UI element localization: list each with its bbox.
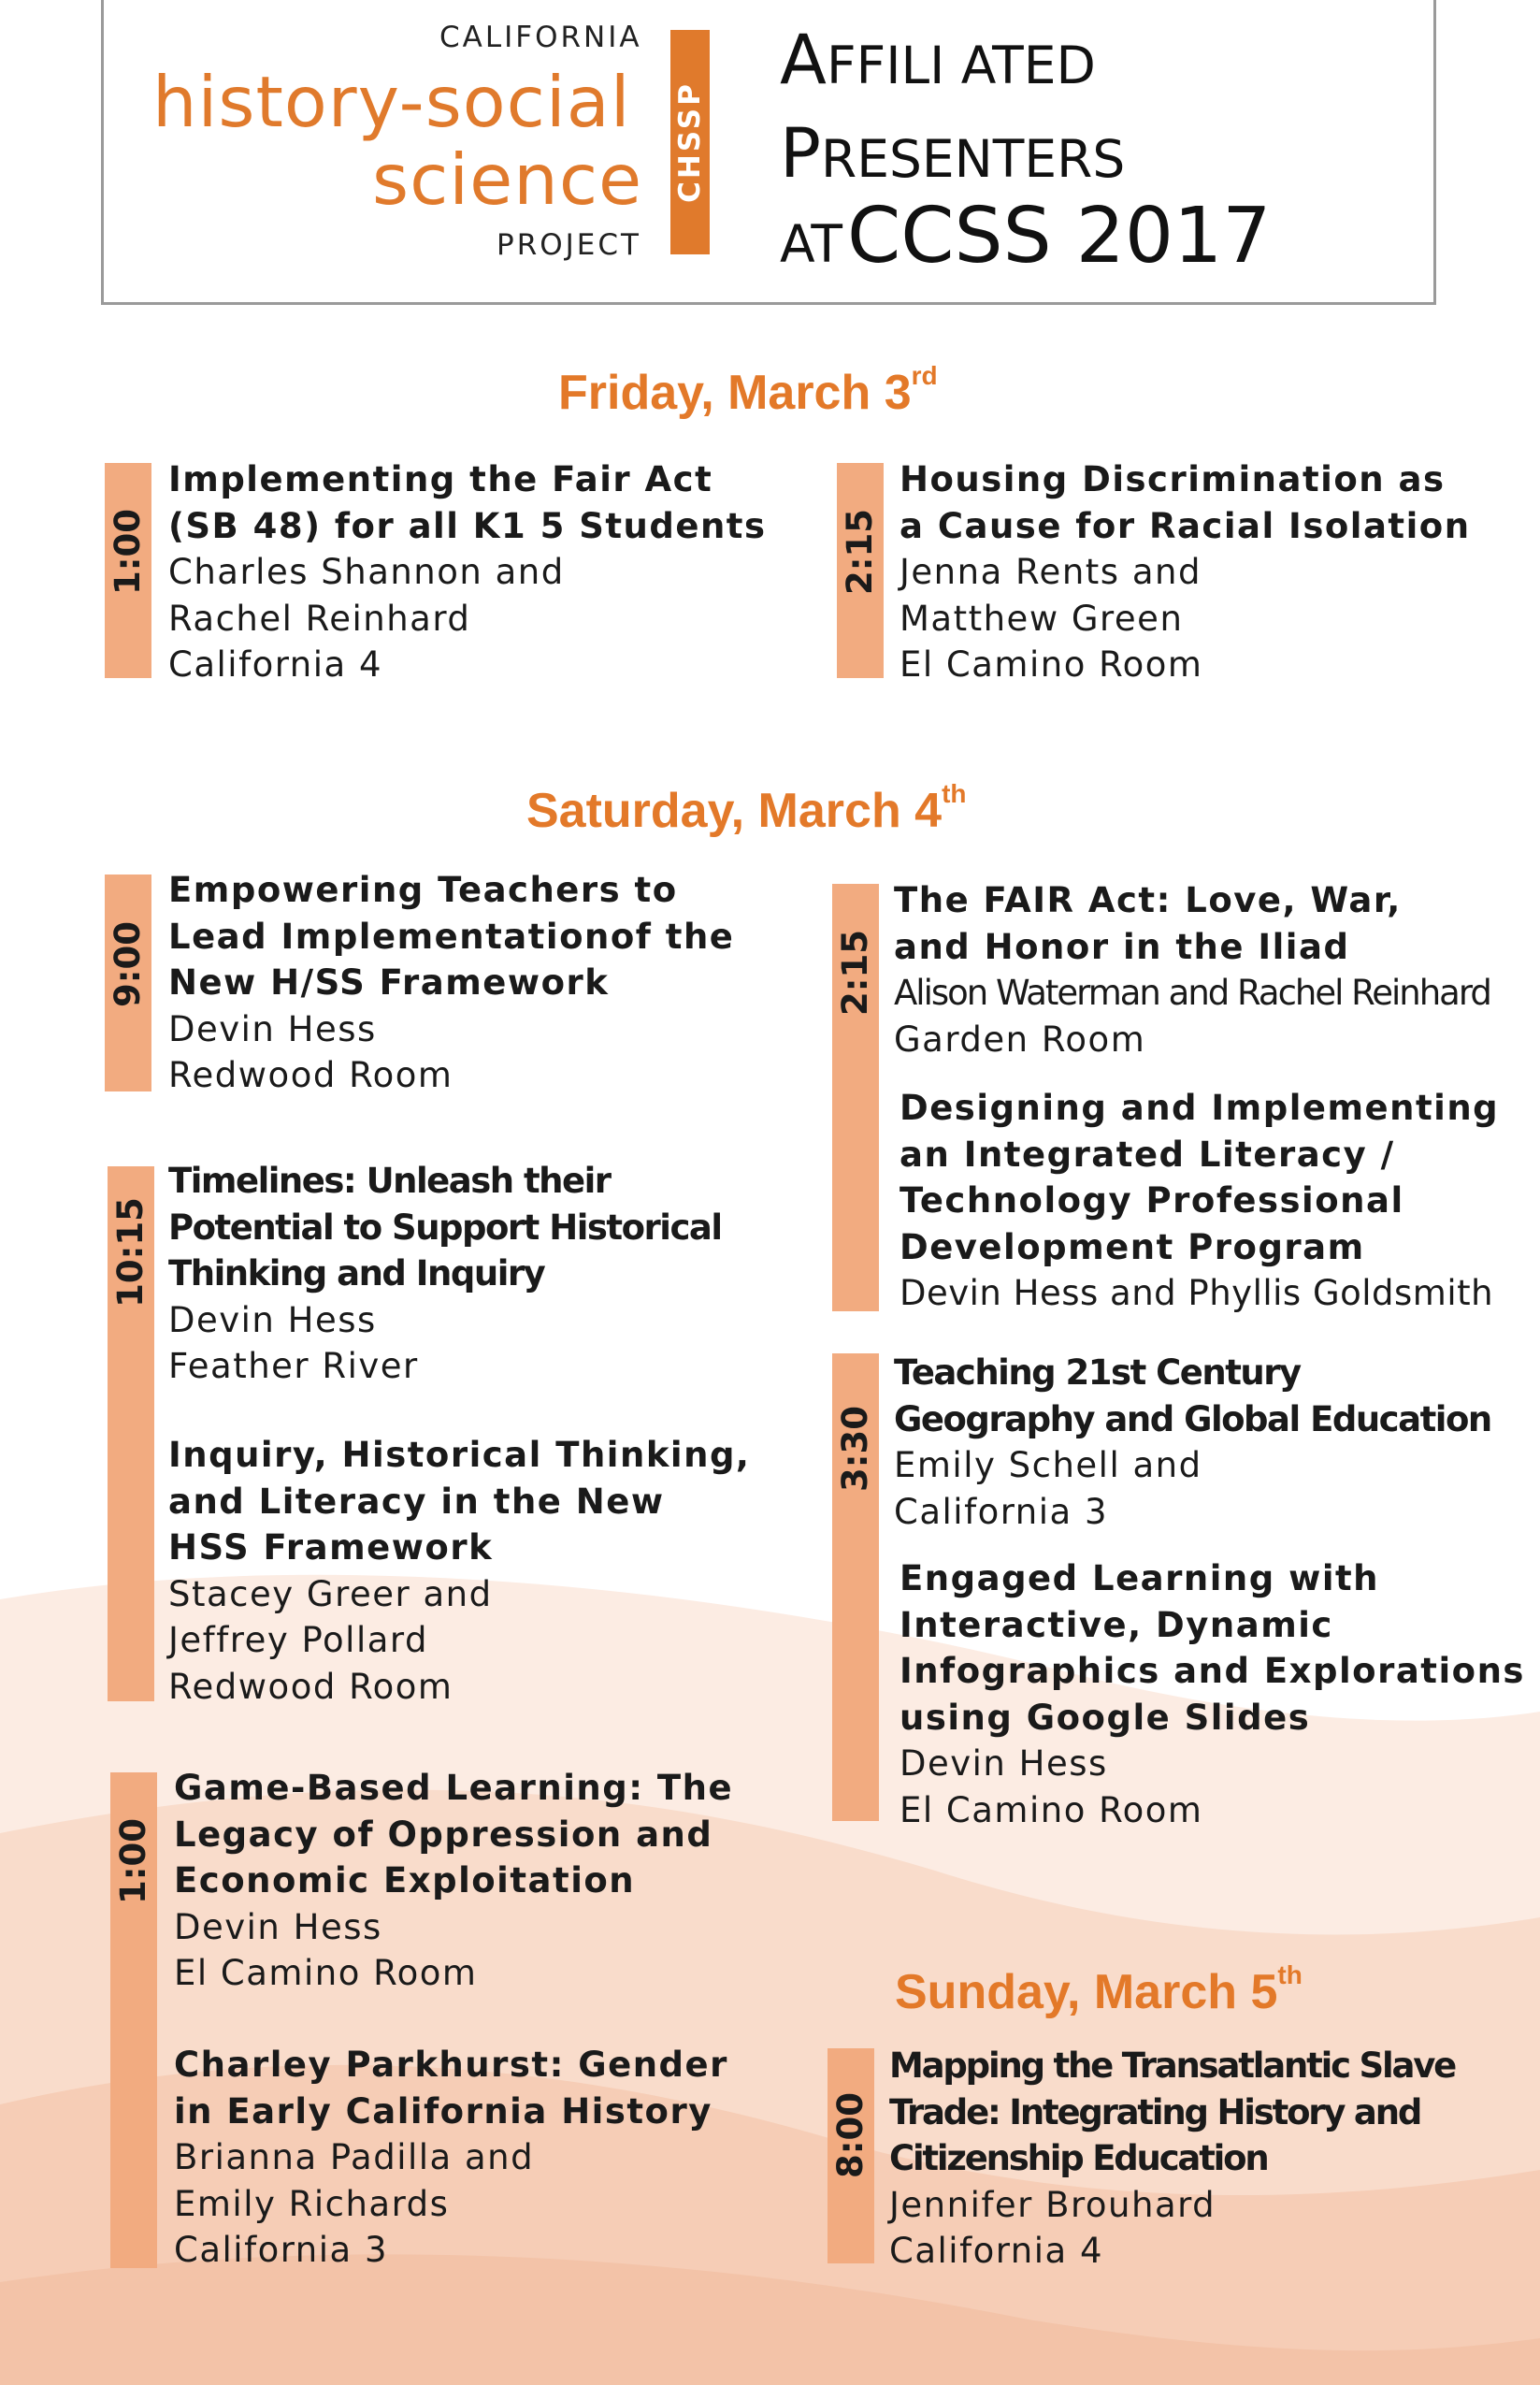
session-room: Redwood Room — [168, 1666, 453, 1707]
logo-science: science — [372, 138, 643, 221]
time-label: 2:15 — [835, 929, 875, 1017]
session-title: Implementing the Fair Act (SB 48) for al… — [168, 459, 767, 546]
session-block: Housing Discrimination as a Cause for Ra… — [900, 456, 1471, 688]
title-line-2: PRESENTERS — [780, 114, 1126, 194]
session-block: The FAIR Act: Love, War, and Honor in th… — [894, 877, 1492, 1062]
session-title: The FAIR Act: Love, War, and Honor in th… — [894, 880, 1402, 967]
day-heading-saturday: Saturday, March 4th — [526, 779, 967, 838]
session-title: Engaged Learning with Interactive, Dynam… — [900, 1558, 1525, 1738]
logo-history-social: history-social — [152, 61, 631, 143]
session-title: Designing and Implementing an Integrated… — [900, 1088, 1500, 1267]
session-title: Housing Discrimination as a Cause for Ra… — [900, 459, 1471, 546]
session-block: Mapping the Transatlantic Slave Trade: I… — [889, 2043, 1457, 2275]
title-line-3: AT CCSS 2017 — [780, 192, 1272, 281]
session-presenters: Stacey Greer and Jeffrey Pollard — [168, 1573, 493, 1661]
session-block: Implementing the Fair Act (SB 48) for al… — [168, 456, 767, 688]
session-block: Charley Parkhurst: Gender in Early Calif… — [174, 2042, 728, 2274]
session-title: Empowering Teachers to Lead Implementati… — [168, 870, 735, 1003]
session-title: Timelines: Unleash their Potential to Su… — [168, 1161, 723, 1294]
session-block: Engaged Learning with Interactive, Dynam… — [900, 1555, 1525, 1833]
session-room: California 3 — [174, 2230, 388, 2270]
logo-california: CALIFORNIA — [439, 21, 642, 54]
session-room: Redwood Room — [168, 1055, 453, 1095]
session-block: Designing and Implementing an Integrated… — [900, 1085, 1499, 1317]
session-room: El Camino Room — [900, 644, 1203, 685]
session-room: Garden Room — [894, 1019, 1146, 1060]
session-title: Charley Parkhurst: Gender in Early Calif… — [174, 2045, 728, 2132]
day-heading-friday: Friday, March 3rd — [558, 361, 938, 420]
time-label: 8:00 — [830, 2091, 871, 2179]
session-presenters: Devin Hess — [168, 1008, 377, 1049]
session-title: Teaching 21st Century Geography and Glob… — [894, 1352, 1492, 1439]
session-room: California 4 — [889, 2231, 1103, 2271]
session-room: California 4 — [168, 644, 382, 685]
session-presenters: Brianna Padilla and Emily Richards — [174, 2137, 535, 2224]
session-room: El Camino Room — [174, 1953, 478, 1993]
time-label: 1:00 — [108, 508, 148, 596]
session-presenters: Devin Hess and Phyllis Goldsmith — [900, 1273, 1494, 1313]
session-block: Inquiry, Historical Thinking, and Litera… — [168, 1432, 751, 1710]
logo-project: PROJECT — [497, 228, 641, 262]
session-block: Timelines: Unleash their Potential to Su… — [168, 1158, 723, 1390]
session-presenters: Jennifer Brouhard — [889, 2184, 1216, 2225]
session-presenters: Devin Hess — [174, 1906, 382, 1947]
session-room: California 3 — [894, 1491, 1108, 1532]
time-label: 1:00 — [113, 1817, 153, 1905]
session-presenters: Emily Schell and — [894, 1445, 1202, 1485]
session-block: Empowering Teachers to Lead Implementati… — [168, 867, 734, 1099]
time-label: 9:00 — [108, 920, 148, 1008]
title-line-1: AFFILI ATED — [780, 21, 1096, 100]
session-title: Inquiry, Historical Thinking, and Litera… — [168, 1435, 751, 1568]
logo-tag: CHSSP — [673, 81, 707, 203]
session-presenters: Jenna Rents and Matthew Green — [900, 552, 1202, 639]
session-presenters: Devin Hess — [900, 1743, 1108, 1784]
session-block: Teaching 21st Century Geography and Glob… — [894, 1350, 1492, 1535]
day-heading-sunday: Sunday, March 5th — [895, 1960, 1303, 2019]
session-presenters: Devin Hess — [168, 1299, 377, 1340]
session-room: Feather River — [168, 1346, 419, 1386]
session-block: Game-Based Learning: The Legacy of Oppre… — [174, 1765, 733, 1997]
session-presenters: Alison Waterman and Rachel Reinhard — [894, 973, 1492, 1013]
session-title: Game-Based Learning: The Legacy of Oppre… — [174, 1768, 734, 1901]
session-title: Mapping the Transatlantic Slave Trade: I… — [889, 2045, 1457, 2178]
time-label: 10:15 — [110, 1197, 151, 1308]
time-label: 2:15 — [840, 508, 880, 596]
session-presenters: Charles Shannon and Rachel Reinhard — [168, 552, 565, 639]
time-label: 3:30 — [835, 1405, 875, 1493]
session-room: El Camino Room — [900, 1789, 1203, 1830]
